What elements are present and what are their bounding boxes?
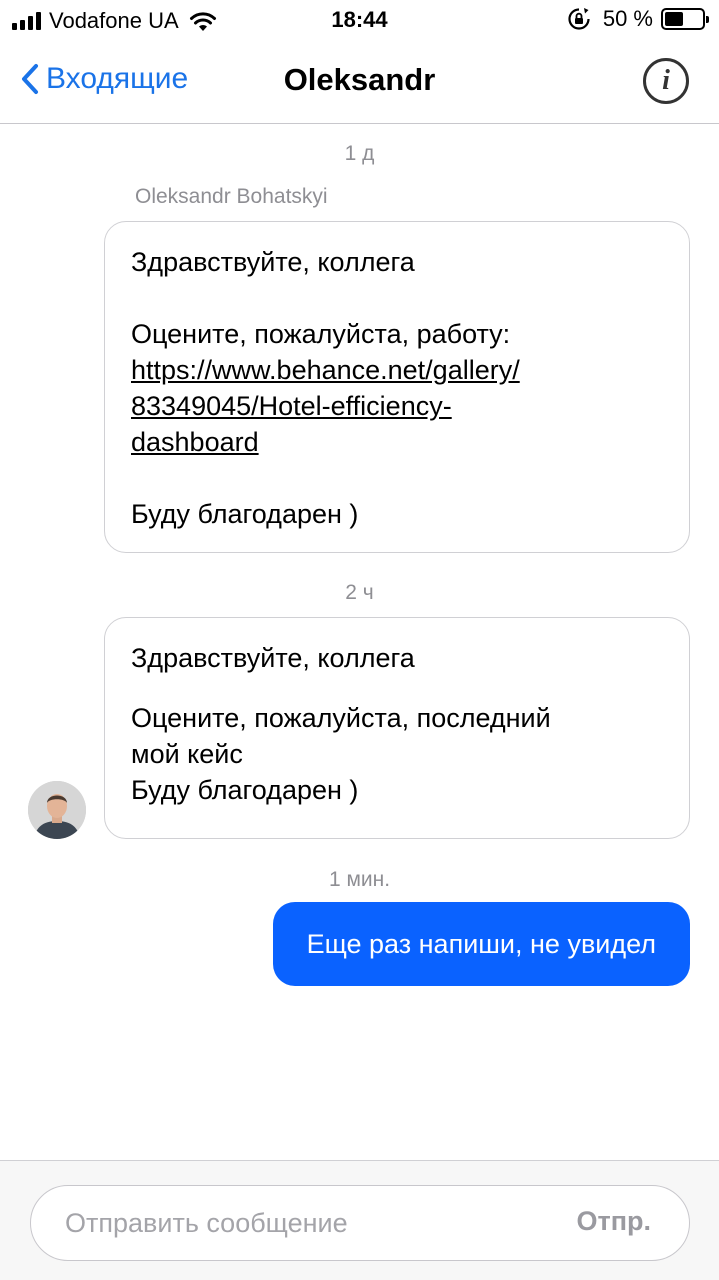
- navigation-bar: Входящие Oleksandr i: [0, 40, 719, 124]
- send-button[interactable]: Отпр.: [576, 1206, 651, 1237]
- info-icon[interactable]: i: [643, 58, 689, 104]
- message-text: мой кейс: [131, 739, 243, 769]
- battery-level-fill: [665, 12, 683, 26]
- message-text: Здравствуйте, коллега: [131, 643, 415, 673]
- battery-icon: [661, 8, 709, 30]
- link-line: 83349045/Hotel-efficiency-: [131, 391, 452, 421]
- message-text: Буду благодарен ): [131, 775, 359, 805]
- outgoing-message-bubble: Еще раз напиши, не увидел: [272, 902, 690, 986]
- status-bar: Vodafone UA 18:44 50 %: [0, 0, 719, 40]
- message-link[interactable]: https://www.behance.net/gallery/ 8334904…: [131, 355, 520, 457]
- messenger-chat-screen: Vodafone UA 18:44 50 % Входящие Oleksand…: [0, 0, 719, 1280]
- link-line: dashboard: [131, 427, 259, 457]
- avatar-photo: [28, 781, 86, 839]
- message-text: Оцените, пожалуйста, работу:: [131, 319, 511, 349]
- rotation-lock-icon: [568, 8, 590, 30]
- info-glyph: i: [662, 65, 670, 96]
- incoming-message-bubble: Здравствуйте, коллега Оцените, пожалуйст…: [104, 617, 690, 839]
- message-text: Еще раз напиши, не увидел: [306, 929, 656, 959]
- message-timestamp: 2 ч: [345, 581, 374, 604]
- message-text: Здравствуйте, коллега: [131, 247, 415, 277]
- conversation-title: Oleksandr: [283, 62, 436, 97]
- status-right: 50 %: [567, 6, 709, 32]
- avatar[interactable]: [28, 781, 86, 839]
- sender-name: Oleksandr Bohatskyi: [135, 185, 328, 208]
- composer-field: Отпр.: [30, 1185, 690, 1261]
- message-input[interactable]: [65, 1186, 525, 1260]
- message-composer: Отпр.: [0, 1160, 719, 1280]
- message-timestamp: 1 мин.: [328, 868, 391, 891]
- message-text: Оцените, пожалуйста, последний: [131, 703, 551, 733]
- link-line: https://www.behance.net/gallery/: [131, 355, 520, 385]
- incoming-message-bubble: Здравствуйте, коллега Оцените, пожалуйст…: [104, 221, 690, 553]
- message-text: Буду благодарен ): [131, 499, 359, 529]
- message-timestamp: 1 д: [344, 142, 375, 165]
- battery-percent: 50 %: [602, 6, 653, 31]
